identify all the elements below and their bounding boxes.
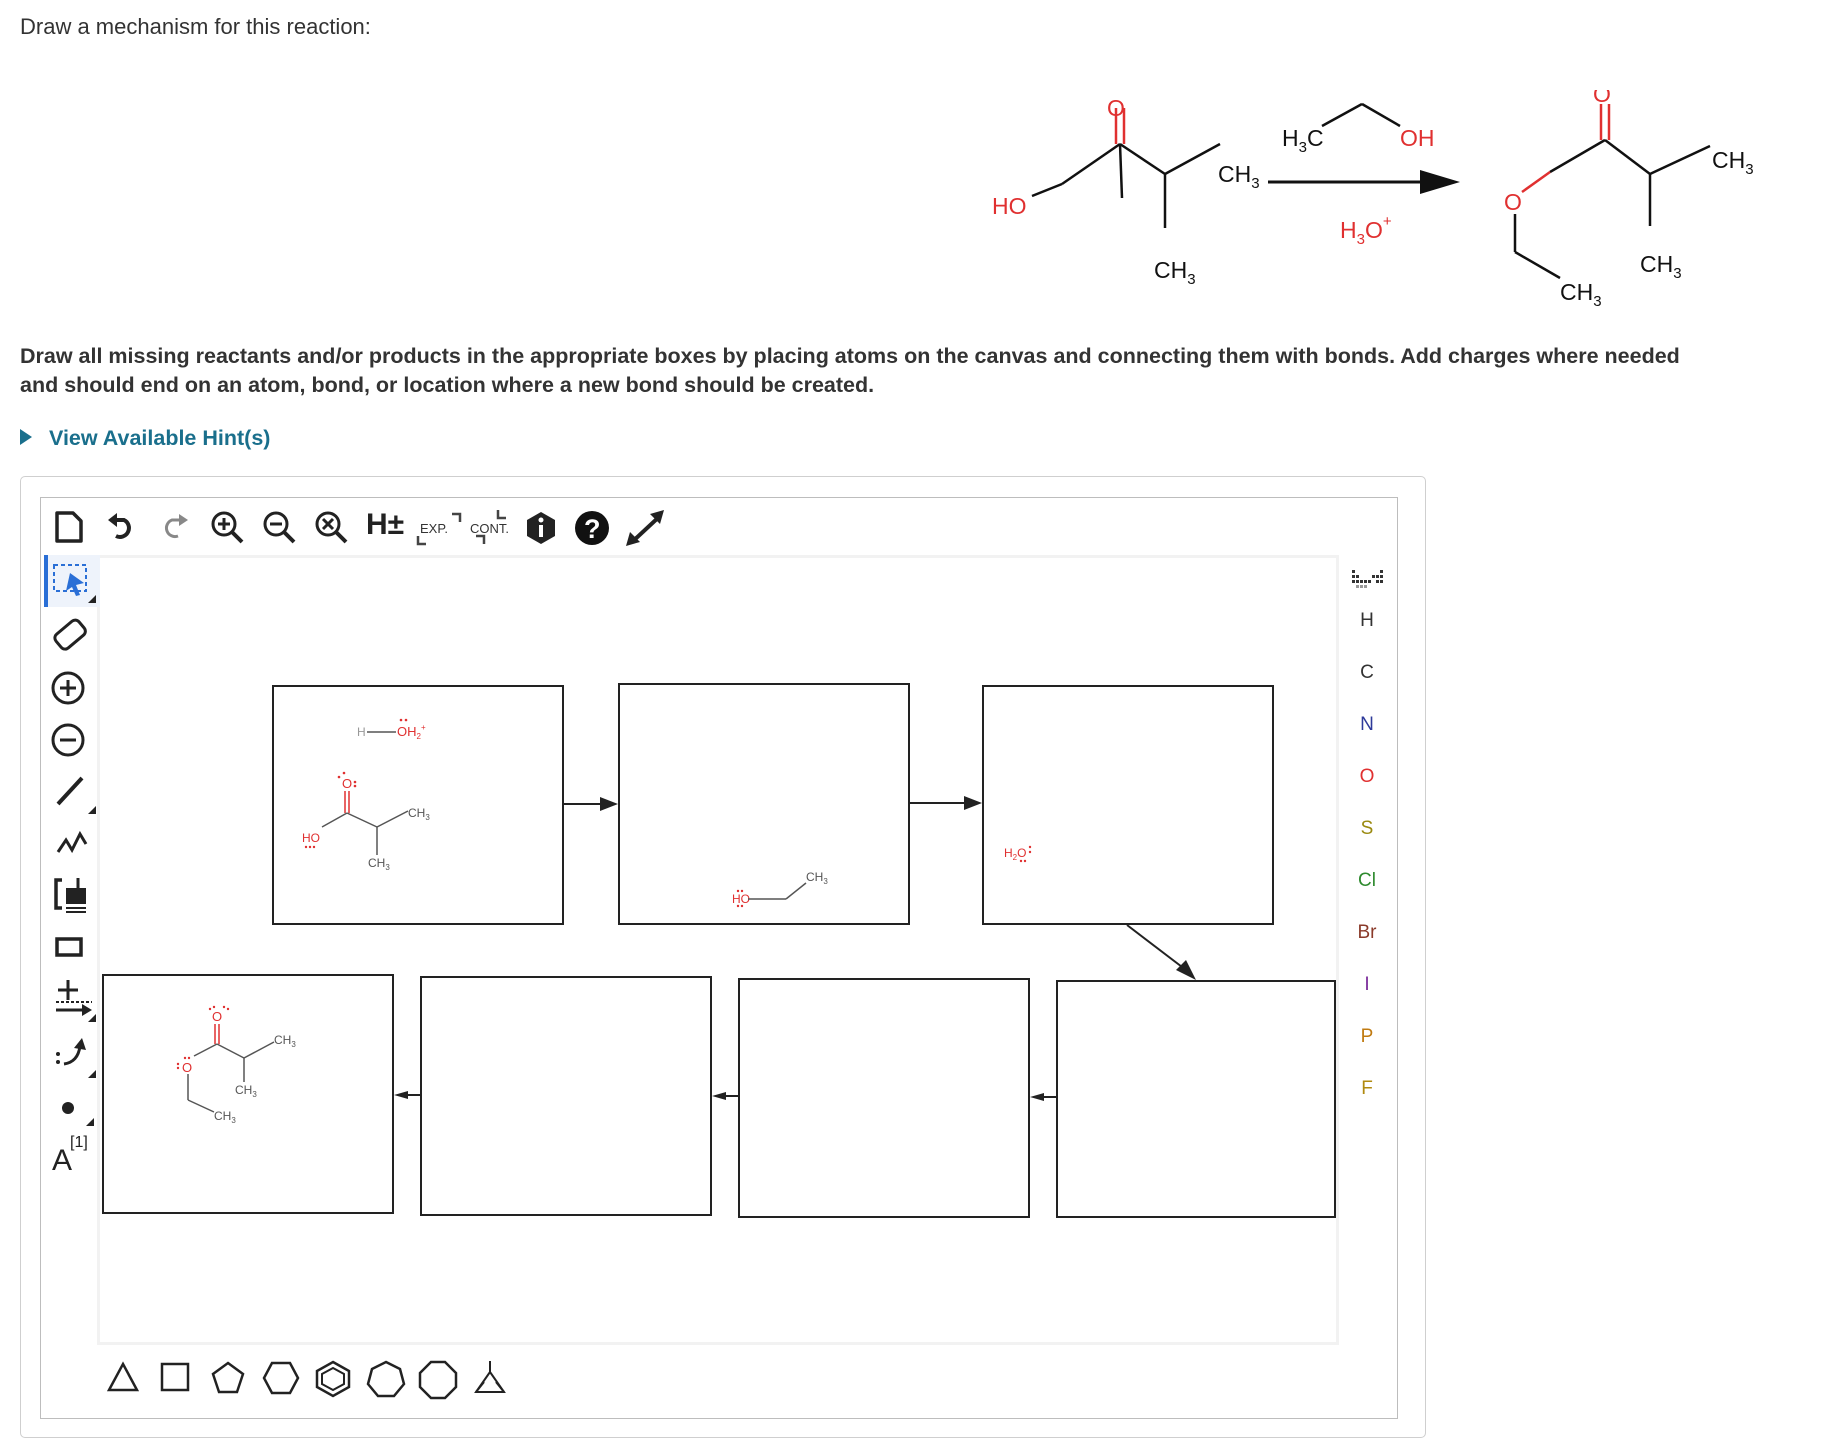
- periodic-table-icon[interactable]: [1350, 568, 1386, 595]
- mechanism-box-final[interactable]: O O CH3 CH3 CH3: [102, 974, 394, 1214]
- product-carbonyl-o: O: [1593, 90, 1611, 107]
- svg-text:CH3: CH3: [235, 1083, 257, 1099]
- triangle-template-icon[interactable]: [106, 1360, 140, 1394]
- rectangle-tool-icon[interactable]: [54, 934, 86, 965]
- element-n[interactable]: N: [1352, 714, 1382, 736]
- undo-icon[interactable]: [106, 512, 138, 547]
- redo-icon[interactable]: [158, 512, 190, 547]
- element-o[interactable]: O: [1352, 766, 1382, 788]
- reactant-molecule: [1061, 142, 1221, 228]
- reactant-ho-label: HO: [992, 193, 1027, 219]
- instructions-line-2: and should end on an atom, bond, or loca…: [20, 373, 875, 397]
- hexagon-template-icon[interactable]: [262, 1360, 300, 1396]
- increase-charge-icon[interactable]: [50, 670, 86, 711]
- svg-text:CH3: CH3: [274, 1033, 296, 1049]
- reaction-scheme: O HO CH3 CH3 H3C OH H3O+ O O CH3 CH3 CH3: [992, 90, 1754, 310]
- hint-link-label: View Available Hint(s): [49, 426, 271, 450]
- heptagon-template-icon[interactable]: [366, 1360, 406, 1398]
- reagent-oh: OH: [1400, 125, 1435, 151]
- svg-text:OH2+: OH2+: [397, 723, 426, 741]
- svg-text:CH3: CH3: [806, 870, 828, 886]
- element-c[interactable]: C: [1352, 662, 1382, 684]
- electron-flow-arrow-icon[interactable]: [52, 1034, 98, 1085]
- svg-text:?: ?: [584, 514, 601, 544]
- reagent-h3c: H3C: [1282, 125, 1324, 156]
- expand-triangle-icon: [20, 429, 32, 446]
- element-h[interactable]: H: [1352, 610, 1382, 632]
- chain-tool-icon[interactable]: [54, 826, 90, 861]
- element-br[interactable]: Br: [1352, 922, 1382, 944]
- atom-map-index: [1]: [70, 1134, 88, 1151]
- contract-label: CONT.: [470, 521, 509, 536]
- square-template-icon[interactable]: [158, 1360, 192, 1394]
- mechanism-box-2[interactable]: HO CH3: [618, 683, 910, 925]
- svg-text:H2O: H2O: [1004, 846, 1026, 862]
- box3-molecules: H2O: [1004, 845, 1032, 863]
- drawing-canvas[interactable]: [100, 558, 1336, 1342]
- zoom-in-icon[interactable]: [210, 510, 246, 551]
- svg-text:O: O: [342, 776, 352, 791]
- svg-text:CH3: CH3: [214, 1109, 236, 1125]
- box8-molecules: O O CH3 CH3 CH3: [176, 1005, 296, 1125]
- svg-text:H: H: [357, 725, 366, 739]
- reagent-h3o-plus: H3O+: [1340, 213, 1392, 248]
- expand-label: EXP.: [420, 521, 448, 536]
- info-icon[interactable]: [524, 510, 558, 551]
- help-icon[interactable]: ?: [574, 510, 610, 551]
- product-ester-o: O: [1504, 189, 1522, 215]
- template-bar: [100, 1350, 1336, 1404]
- box1-molecules: H OH2+ O HO CH3 CH3: [302, 718, 430, 872]
- new-document-icon[interactable]: [54, 510, 84, 549]
- decrease-charge-icon[interactable]: [50, 722, 86, 763]
- reactant-ch3-right: CH3: [1218, 161, 1260, 192]
- bicyclic-template-icon[interactable]: [470, 1358, 510, 1398]
- element-p[interactable]: P: [1352, 1026, 1382, 1048]
- octagon-template-icon[interactable]: [418, 1360, 458, 1400]
- benzene-template-icon[interactable]: [314, 1360, 352, 1398]
- eraser-icon[interactable]: [50, 616, 90, 661]
- product-ch3-right: CH3: [1712, 147, 1754, 178]
- zoom-reset-icon[interactable]: [314, 510, 350, 551]
- svg-text:CH3: CH3: [368, 856, 390, 872]
- reaction-arrow-tool-icon[interactable]: [52, 978, 98, 1029]
- bracket-tool-icon[interactable]: [52, 874, 92, 919]
- svg-text:HO: HO: [732, 892, 750, 906]
- mechanism-box-6[interactable]: [420, 976, 712, 1216]
- fullscreen-icon[interactable]: [624, 508, 668, 553]
- product-ch3-ethyl: CH3: [1560, 279, 1602, 310]
- mechanism-box-3[interactable]: H2O: [982, 685, 1274, 925]
- question-prompt: Draw a mechanism for this reaction:: [20, 14, 371, 39]
- element-f[interactable]: F: [1352, 1078, 1382, 1100]
- pentagon-template-icon[interactable]: [210, 1360, 246, 1396]
- radical-dot-icon[interactable]: [56, 1088, 96, 1133]
- element-i[interactable]: I: [1352, 974, 1382, 996]
- svg-text:O: O: [212, 1009, 222, 1024]
- reactant-carbonyl-o: O: [1107, 95, 1125, 121]
- zoom-out-icon[interactable]: [262, 510, 298, 551]
- expand-button[interactable]: EXP.: [416, 512, 462, 546]
- reactant-ch3-bottom: CH3: [1154, 257, 1196, 288]
- mechanism-box-1[interactable]: H OH2+ O HO CH3 CH3: [272, 685, 564, 925]
- svg-text:CH3: CH3: [408, 806, 430, 822]
- view-hints-link[interactable]: View Available Hint(s): [20, 426, 270, 451]
- svg-text:HO: HO: [302, 831, 320, 845]
- instructions-line-1: Draw all missing reactants and/or produc…: [20, 344, 1680, 368]
- atom-map-letter: A: [52, 1144, 73, 1177]
- selection-tool-icon[interactable]: [44, 555, 100, 607]
- svg-text:O: O: [182, 1060, 192, 1075]
- hydrogen-toggle-button[interactable]: H±: [366, 508, 404, 542]
- product-ch3-bottom: CH3: [1640, 251, 1682, 282]
- single-bond-icon[interactable]: [54, 772, 98, 821]
- element-cl[interactable]: Cl: [1352, 870, 1382, 892]
- instructions: Draw all missing reactants and/or produc…: [20, 342, 1820, 400]
- element-s[interactable]: S: [1352, 818, 1382, 840]
- mechanism-box-4[interactable]: [1056, 980, 1336, 1218]
- box2-molecules: HO CH3: [732, 870, 828, 908]
- mechanism-box-5[interactable]: [738, 978, 1030, 1218]
- contract-button[interactable]: CONT.: [468, 508, 514, 546]
